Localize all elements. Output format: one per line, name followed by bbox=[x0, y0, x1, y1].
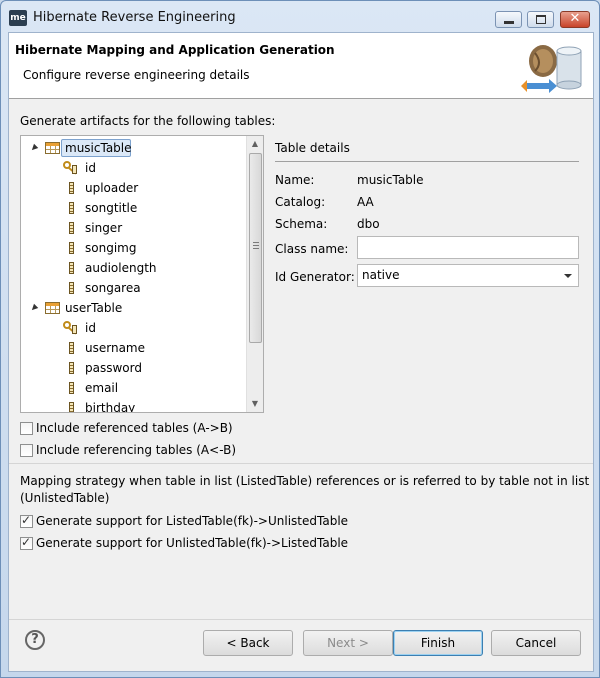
column-icon bbox=[69, 222, 74, 234]
tree-node-label: musicTable bbox=[65, 141, 132, 155]
close-button[interactable]: ✕ bbox=[560, 11, 590, 28]
table-icon bbox=[45, 142, 60, 154]
title-bar[interactable]: me Hibernate Reverse Engineering ✕ bbox=[1, 1, 599, 33]
include-referenced-label[interactable]: Include referenced tables (A->B) bbox=[36, 421, 233, 435]
tree-column-singer[interactable]: singer bbox=[21, 218, 247, 238]
id-generator-select[interactable]: native bbox=[357, 264, 579, 287]
column-label: email bbox=[85, 381, 119, 395]
help-icon[interactable]: ? bbox=[25, 630, 45, 650]
column-label: audiolength bbox=[85, 261, 157, 275]
chevron-down-icon[interactable] bbox=[564, 274, 572, 278]
column-icon bbox=[69, 202, 74, 214]
tree-node-musictable[interactable]: musicTable bbox=[21, 138, 247, 158]
class-name-label: Class name: bbox=[275, 242, 349, 256]
tree-column-songtitle[interactable]: songtitle bbox=[21, 198, 247, 218]
tables-tree[interactable]: musicTable id uploader songtitle singer bbox=[20, 135, 264, 413]
tree-node-usertable[interactable]: userTable bbox=[21, 298, 247, 318]
mapping-strategy-text-cont: (UnlistedTable) bbox=[20, 491, 110, 505]
wizard-banner: Hibernate Mapping and Application Genera… bbox=[9, 33, 593, 99]
id-generator-label: Id Generator: bbox=[275, 270, 355, 284]
id-generator-value: native bbox=[362, 268, 400, 282]
name-value: musicTable bbox=[357, 173, 424, 187]
scroll-up-arrow-icon[interactable]: ▲ bbox=[247, 136, 263, 152]
class-name-input[interactable] bbox=[357, 236, 579, 259]
column-label: password bbox=[85, 361, 142, 375]
column-label: songimg bbox=[85, 241, 137, 255]
name-label: Name: bbox=[275, 173, 315, 187]
listed-to-unlisted-checkbox[interactable] bbox=[20, 513, 33, 528]
tree-column-password[interactable]: password bbox=[21, 358, 247, 378]
wizard-window: me Hibernate Reverse Engineering ✕ Hiber… bbox=[0, 0, 600, 678]
tree-column-birthday[interactable]: birthday bbox=[21, 398, 247, 413]
listed-to-unlisted-label[interactable]: Generate support for ListedTable(fk)->Un… bbox=[36, 514, 348, 528]
primary-key-icon bbox=[63, 161, 79, 175]
mapping-strategy-text: Mapping strategy when table in list (Lis… bbox=[20, 474, 590, 488]
cancel-button[interactable]: Cancel bbox=[491, 630, 581, 656]
column-icon bbox=[69, 362, 74, 374]
include-referenced-checkbox[interactable] bbox=[20, 422, 33, 435]
details-separator bbox=[275, 161, 579, 162]
banner-subtitle: Configure reverse engineering details bbox=[23, 68, 250, 82]
column-label: username bbox=[85, 341, 145, 355]
footer-separator bbox=[9, 619, 593, 620]
tree-column-audiolength[interactable]: audiolength bbox=[21, 258, 247, 278]
close-icon: ✕ bbox=[569, 11, 581, 26]
scroll-down-arrow-icon[interactable]: ▼ bbox=[247, 396, 263, 412]
grip-icon bbox=[253, 242, 259, 249]
column-label: id bbox=[85, 161, 96, 175]
column-icon bbox=[69, 242, 74, 254]
artifacts-label: Generate artifacts for the following tab… bbox=[20, 114, 276, 128]
schema-value: dbo bbox=[357, 217, 380, 231]
tree-column-username[interactable]: username bbox=[21, 338, 247, 358]
column-icon bbox=[69, 382, 74, 394]
column-label: songtitle bbox=[85, 201, 138, 215]
column-icon bbox=[69, 342, 74, 354]
unlisted-to-listed-label[interactable]: Generate support for UnlistedTable(fk)->… bbox=[36, 536, 348, 550]
tree-column-uploader[interactable]: uploader bbox=[21, 178, 247, 198]
column-label: songarea bbox=[85, 281, 141, 295]
maximize-button[interactable] bbox=[527, 11, 554, 28]
table-details-heading: Table details bbox=[275, 141, 350, 155]
maximize-icon bbox=[536, 15, 546, 24]
finish-button[interactable]: Finish bbox=[393, 630, 483, 656]
myeclipse-logo-icon: me bbox=[9, 10, 27, 26]
back-button[interactable]: < Back bbox=[203, 630, 293, 656]
tree-column-email[interactable]: email bbox=[21, 378, 247, 398]
column-icon bbox=[69, 282, 74, 294]
tree-column-songimg[interactable]: songimg bbox=[21, 238, 247, 258]
tree-column-songarea[interactable]: songarea bbox=[21, 278, 247, 298]
minimize-button[interactable] bbox=[495, 11, 522, 28]
column-icon bbox=[69, 262, 74, 274]
expand-collapse-icon[interactable] bbox=[29, 303, 39, 313]
tree-column-id[interactable]: id bbox=[21, 318, 247, 338]
catalog-value: AA bbox=[357, 195, 374, 209]
banner-title: Hibernate Mapping and Application Genera… bbox=[15, 43, 335, 57]
column-label: uploader bbox=[85, 181, 139, 195]
window-title: Hibernate Reverse Engineering bbox=[33, 10, 236, 25]
section-separator bbox=[9, 463, 593, 464]
next-button[interactable]: Next > bbox=[303, 630, 393, 656]
scroll-thumb[interactable] bbox=[249, 153, 262, 343]
table-icon bbox=[45, 302, 60, 314]
column-label: id bbox=[85, 321, 96, 335]
column-label: singer bbox=[85, 221, 123, 235]
column-label: birthday bbox=[85, 401, 136, 413]
minimize-icon bbox=[504, 21, 514, 24]
database-reverse-engineering-icon bbox=[521, 45, 582, 93]
column-icon bbox=[69, 182, 74, 194]
tree-column-id[interactable]: id bbox=[21, 158, 247, 178]
dialog-body: Hibernate Mapping and Application Genera… bbox=[8, 32, 594, 672]
unlisted-to-listed-checkbox[interactable] bbox=[20, 535, 33, 550]
column-icon bbox=[69, 402, 74, 412]
primary-key-icon bbox=[63, 321, 79, 335]
schema-label: Schema: bbox=[275, 217, 328, 231]
tree-node-label: userTable bbox=[65, 301, 123, 315]
catalog-label: Catalog: bbox=[275, 195, 326, 209]
include-referencing-checkbox[interactable] bbox=[20, 444, 33, 457]
tree-vertical-scrollbar[interactable]: ▲ ▼ bbox=[246, 136, 263, 412]
include-referencing-label[interactable]: Include referencing tables (A<-B) bbox=[36, 443, 236, 457]
expand-collapse-icon[interactable] bbox=[29, 143, 39, 153]
